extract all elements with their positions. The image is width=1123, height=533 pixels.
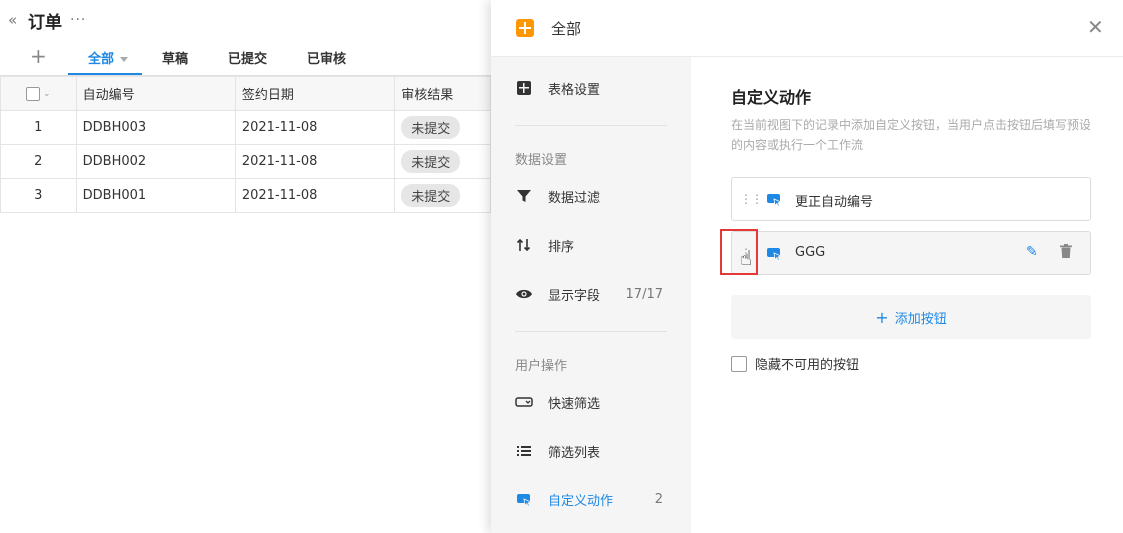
settings-nav: 表格设置 数据设置 数据过滤 排序 显示字段 17/17 用户操作 快速筛选 筛…	[491, 57, 691, 533]
caret-down-icon[interactable]	[120, 57, 129, 62]
custom-action-icon	[515, 490, 533, 508]
column-header-result[interactable]: 审核结果	[394, 76, 491, 111]
cell-result[interactable]: 未提交	[394, 144, 491, 179]
custom-button-icon	[766, 247, 783, 261]
nav-label: 显示字段	[548, 288, 601, 304]
action-label: GGG	[795, 245, 826, 260]
drag-handle-highlight	[720, 229, 758, 275]
table-header-row: ⌄ 自动编号 签约日期 审核结果	[0, 76, 491, 111]
custom-actions-count: 2	[654, 491, 663, 507]
list-icon	[515, 442, 533, 460]
active-tab-indicator	[68, 73, 142, 75]
double-chevron-left-icon[interactable]: «	[8, 11, 24, 29]
add-view-button[interactable]: +	[30, 44, 47, 68]
table-row[interactable]: 2 DDBH002 2021-11-08 未提交	[0, 144, 491, 179]
nav-divider	[515, 331, 667, 332]
add-button-label: 添加按钮	[894, 311, 947, 327]
nav-item-quick-filter[interactable]: 快速筛选	[491, 386, 691, 418]
select-all-checkbox[interactable]	[26, 86, 41, 101]
view-settings-drawer: 全部 ✕ 表格设置 数据设置 数据过滤 排序 显示字段 17/17 用户操作 快…	[491, 0, 1123, 533]
drag-handle-icon[interactable]: ⋮⋮	[740, 192, 763, 206]
orders-table: ⌄ 自动编号 签约日期 审核结果 1 DDBH003 2021-11-08 未提…	[0, 76, 491, 213]
plus-icon: +	[875, 307, 889, 327]
close-button[interactable]: ✕	[1087, 17, 1104, 37]
eye-icon	[515, 285, 533, 303]
tab-all[interactable]: 全部	[88, 48, 129, 67]
status-badge: 未提交	[401, 184, 461, 207]
status-badge: 未提交	[401, 116, 461, 139]
table-row[interactable]: 3 DDBH001 2021-11-08 未提交	[0, 178, 491, 213]
tab-label: 全部	[88, 52, 115, 67]
action-row[interactable]: ⋮⋮ 更正自动编号	[731, 177, 1091, 221]
cell-date[interactable]: 2021-11-08	[234, 110, 396, 145]
table-grid-icon	[515, 79, 533, 97]
nav-item-custom-actions[interactable]: 自定义动作 2	[491, 483, 691, 515]
panel-title: 自定义动作	[731, 88, 812, 107]
page-header: « 订单 ···	[8, 8, 86, 33]
nav-label: 快速筛选	[548, 396, 601, 412]
tab-draft[interactable]: 草稿	[162, 48, 188, 67]
more-icon[interactable]: ···	[70, 12, 86, 28]
select-all-header[interactable]: ⌄	[0, 76, 77, 111]
row-index: 1	[0, 110, 77, 145]
table-row[interactable]: 1 DDBH003 2021-11-08 未提交	[0, 110, 491, 145]
page-title: 订单	[28, 12, 62, 33]
column-header-date[interactable]: 签约日期	[234, 76, 396, 111]
row-index: 2	[0, 144, 77, 179]
nav-item-display-fields[interactable]: 显示字段 17/17	[491, 278, 691, 310]
nav-item-filter-list[interactable]: 筛选列表	[491, 435, 691, 467]
cell-code[interactable]: DDBH002	[75, 144, 236, 179]
nav-label: 自定义动作	[548, 493, 614, 509]
hand-cursor-icon: ☝	[740, 246, 753, 270]
nav-item-table-settings[interactable]: 表格设置	[491, 72, 691, 104]
action-label: 更正自动编号	[795, 195, 874, 210]
cell-result[interactable]: 未提交	[394, 110, 491, 145]
status-badge: 未提交	[401, 150, 461, 173]
nav-item-data-filter[interactable]: 数据过滤	[491, 180, 691, 212]
nav-group-data: 数据设置	[515, 153, 568, 168]
cell-date[interactable]: 2021-11-08	[234, 144, 396, 179]
table-view-icon	[516, 19, 534, 37]
nav-label: 表格设置	[548, 82, 601, 98]
trash-icon[interactable]	[1060, 244, 1072, 262]
chevron-down-icon[interactable]: ⌄	[43, 89, 51, 99]
row-index: 3	[0, 178, 77, 213]
drawer-header: 全部 ✕	[491, 0, 1123, 57]
nav-divider	[515, 125, 667, 126]
display-fields-count: 17/17	[625, 286, 663, 302]
panel-description: 在当前视图下的记录中添加自定义按钮，当用户点击按钮后填写预设的内容或执行一个工作…	[731, 118, 1092, 152]
sort-arrows-icon	[515, 236, 533, 254]
nav-label: 排序	[548, 239, 575, 255]
cell-result[interactable]: 未提交	[394, 178, 491, 213]
hide-unavailable-option[interactable]: 隐藏不可用的按钮	[731, 354, 859, 373]
nav-label: 筛选列表	[548, 445, 601, 461]
view-tabs: + 全部 草稿 已提交 已审核	[0, 40, 491, 76]
tab-submitted[interactable]: 已提交	[228, 48, 267, 67]
quick-filter-icon	[515, 393, 533, 411]
cell-code[interactable]: DDBH003	[75, 110, 236, 145]
filter-funnel-icon	[515, 187, 533, 205]
hide-unavailable-checkbox[interactable]	[731, 355, 747, 372]
add-button[interactable]: + 添加按钮	[731, 295, 1091, 339]
nav-group-user-actions: 用户操作	[515, 359, 568, 374]
edit-pencil-icon[interactable]: ✎	[1026, 244, 1038, 260]
cell-date[interactable]: 2021-11-08	[234, 178, 396, 213]
cell-code[interactable]: DDBH001	[75, 178, 236, 213]
order-list-view: « 订单 ··· + 全部 草稿 已提交 已审核 ⌄ 自动编号 签约日期 审核结…	[0, 0, 491, 533]
drawer-title: 全部	[551, 20, 582, 38]
hide-unavailable-label: 隐藏不可用的按钮	[755, 358, 860, 373]
action-row[interactable]: ⋮⋮ GGG ✎	[731, 231, 1091, 275]
tab-reviewed[interactable]: 已审核	[307, 48, 346, 67]
nav-label: 数据过滤	[548, 190, 601, 206]
custom-button-icon	[766, 193, 783, 207]
nav-item-sort[interactable]: 排序	[491, 229, 691, 261]
column-header-code[interactable]: 自动编号	[75, 76, 236, 111]
